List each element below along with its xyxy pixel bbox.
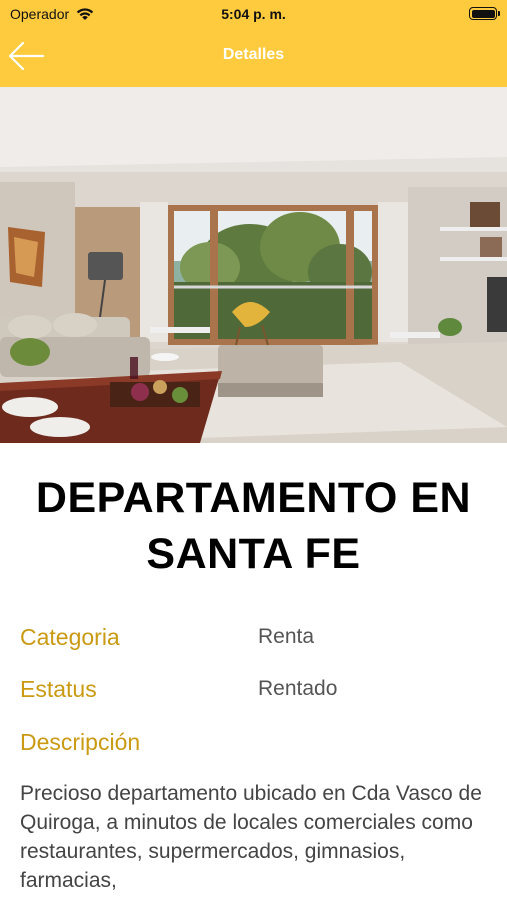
category-value: Renta: [258, 625, 315, 648]
nav-bar: Detalles: [0, 28, 507, 87]
clock: 5:04 p. m.: [221, 6, 286, 22]
property-title: DEPARTAMENTO EN SANTA FE: [35, 474, 472, 578]
property-image: [0, 87, 507, 443]
battery-tip: [498, 11, 500, 16]
nav-title: Detalles: [222, 46, 285, 63]
description-label: Descripción: [20, 729, 141, 755]
status-label: Estatus: [20, 676, 97, 702]
screen: Operador 5:04 p. m. Detalles DEPARTAMENT…: [0, 0, 507, 900]
battery-icon: [469, 7, 500, 20]
category-label: Categoria: [20, 624, 120, 650]
status-value: Rentado: [258, 677, 338, 700]
description-text: Precioso departamento ubicado en Cda Vas…: [20, 782, 482, 892]
status-bar: Operador 5:04 p. m.: [0, 0, 507, 28]
header: Operador 5:04 p. m. Detalles: [0, 0, 507, 87]
battery-fill: [471, 9, 495, 18]
